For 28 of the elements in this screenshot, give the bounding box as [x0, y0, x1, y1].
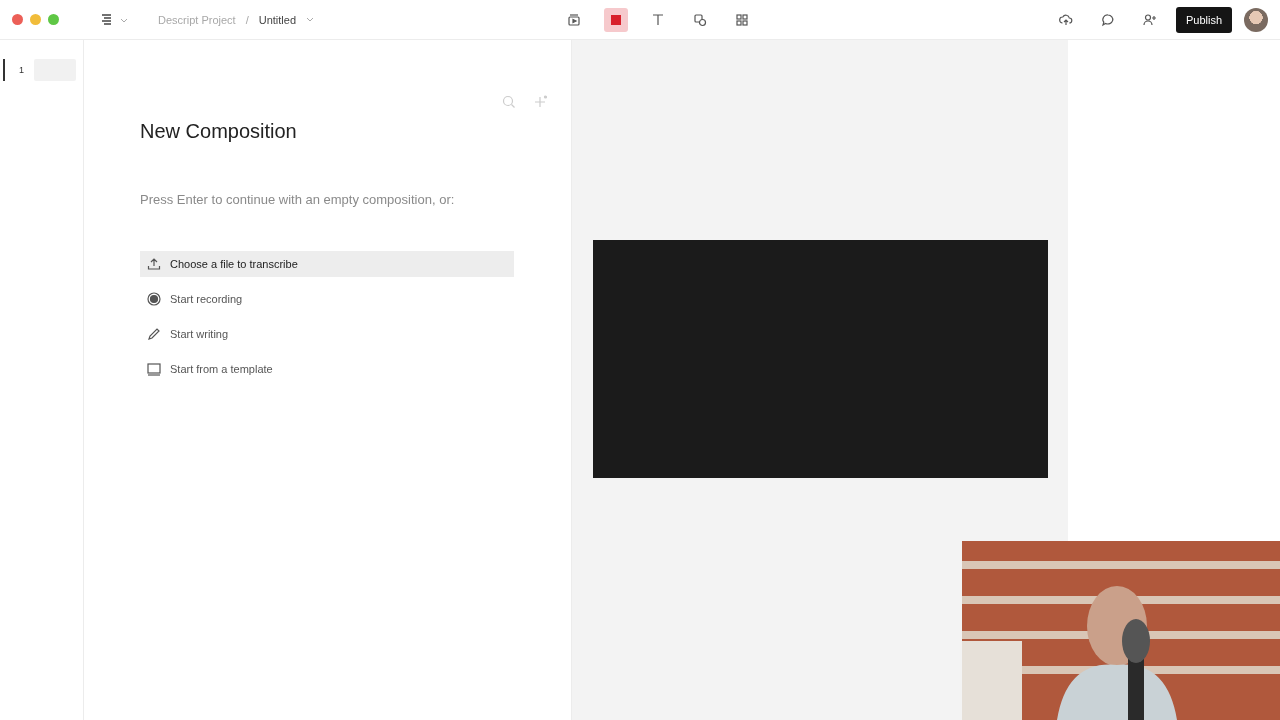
shapes-icon — [692, 11, 708, 28]
pencil-icon — [146, 326, 162, 342]
composition-option[interactable]: Start recording — [140, 286, 514, 312]
user-avatar[interactable] — [1244, 7, 1268, 32]
text-icon — [650, 11, 666, 28]
record-icon — [611, 14, 621, 25]
composition-option[interactable]: Choose a file to transcribe — [140, 251, 514, 277]
scene-icon — [566, 11, 582, 28]
upload-icon — [146, 256, 162, 272]
chevron-down-icon[interactable] — [306, 16, 314, 23]
menu-icon — [100, 12, 130, 27]
publish-button[interactable]: Publish — [1175, 6, 1232, 33]
search-icon — [501, 94, 517, 110]
record-icon — [146, 291, 162, 307]
comment-icon — [1099, 11, 1116, 28]
template-icon — [146, 361, 162, 377]
composition-hint: Press Enter to continue with an empty composition, or: — [140, 192, 456, 207]
composition-option[interactable]: Start writing — [140, 321, 514, 347]
breadcrumb-separator: / — [245, 13, 249, 26]
add-user-icon — [1141, 11, 1158, 28]
toolbar-button[interactable] — [604, 7, 628, 32]
composition-option[interactable]: Start from a template — [140, 356, 514, 382]
grid-icon — [734, 11, 750, 28]
scene-number: 1 — [19, 65, 24, 75]
composition-title: New Composition — [140, 120, 298, 143]
sparkle-icon — [533, 94, 549, 110]
document-name[interactable]: Untitled — [258, 13, 296, 26]
scene-item[interactable]: 1 — [3, 59, 83, 81]
